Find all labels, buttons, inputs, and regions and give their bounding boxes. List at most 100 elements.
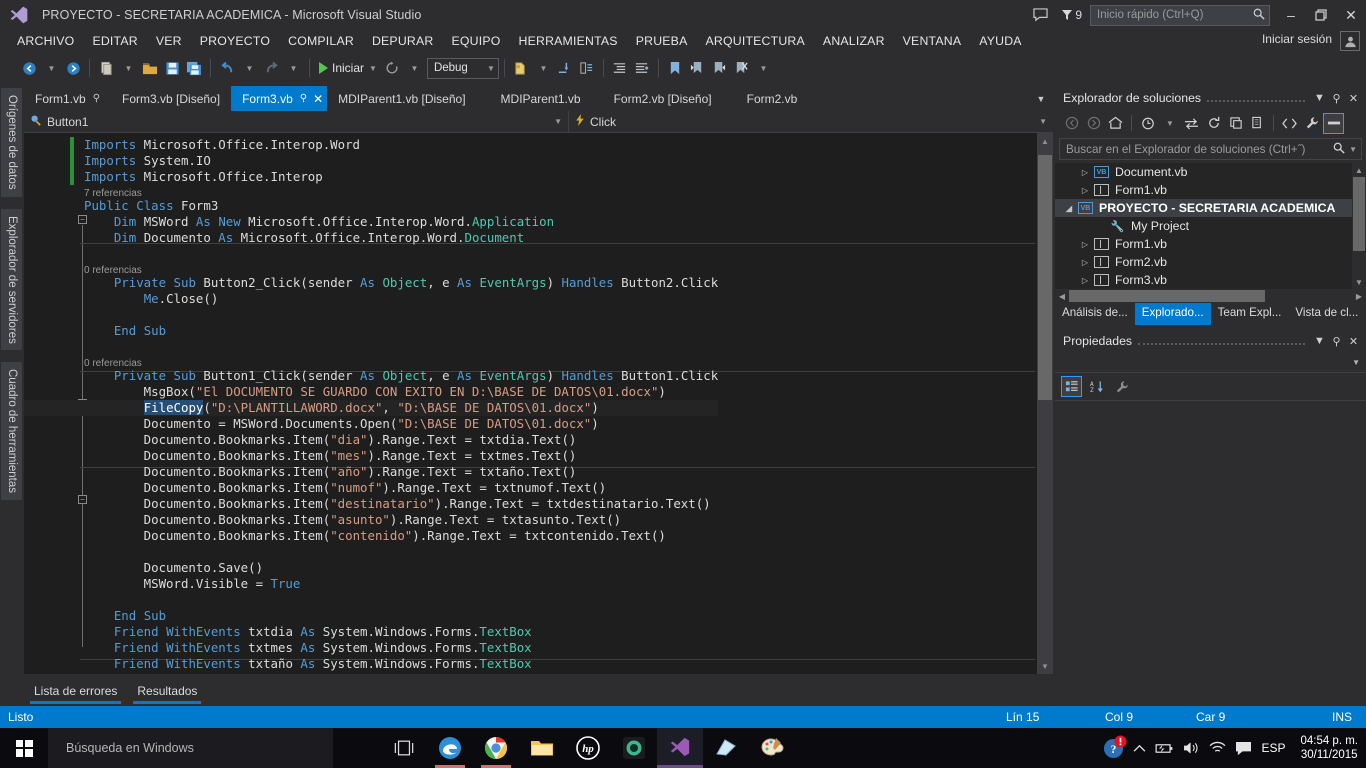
menu-archivo[interactable]: ARCHIVO — [8, 32, 83, 50]
previous-bookmark-icon[interactable] — [686, 56, 708, 80]
taskbar-app-sticky-notes[interactable] — [703, 728, 749, 768]
editor-vertical-scrollbar[interactable]: ▲ ▼ — [1037, 133, 1053, 674]
show-all-files-icon[interactable] — [1247, 113, 1268, 134]
chevron-right-icon[interactable]: ▷ — [1077, 168, 1093, 177]
navigate-back-dropdown[interactable]: ▼ — [40, 56, 62, 80]
undo-dropdown[interactable]: ▼ — [238, 56, 260, 80]
preview-selected-items-icon[interactable] — [1323, 112, 1344, 134]
panel-tab-analisis[interactable]: Análisis de... — [1055, 303, 1135, 325]
navigate-back-icon[interactable] — [18, 56, 40, 80]
panel-tab-team-explorer[interactable]: Team Expl... — [1211, 303, 1289, 325]
undo-icon[interactable] — [216, 56, 238, 80]
menu-arquitectura[interactable]: ARQUITECTURA — [697, 32, 814, 50]
close-icon[interactable]: ✕ — [313, 92, 323, 106]
open-file-icon[interactable] — [139, 56, 161, 80]
solution-tree-item[interactable]: ▷ VB Document.vb — [1055, 163, 1366, 181]
document-tab-mdiparent1vb-designer[interactable]: MDIParent1.vb [Diseño] — [327, 86, 477, 111]
menu-ver[interactable]: VER — [147, 32, 191, 50]
start-debug-button[interactable]: Iniciar ▼ — [315, 56, 381, 80]
navigate-forward-icon[interactable] — [62, 56, 84, 80]
feedback-balloon-icon[interactable] — [1025, 2, 1055, 28]
code-reference-lens[interactable]: 0 referencias — [24, 262, 718, 276]
menu-herramientas[interactable]: HERRAMIENTAS — [510, 32, 627, 50]
breakpoint-icon[interactable] — [510, 56, 532, 80]
panel-tab-vista-clases[interactable]: Vista de cl... — [1288, 303, 1365, 325]
taskbar-app-paint[interactable] — [749, 728, 795, 768]
taskbar-app-camera[interactable] — [611, 728, 657, 768]
windows-start-icon[interactable] — [0, 728, 48, 768]
properties-grid[interactable] — [1055, 401, 1366, 591]
chevron-right-icon[interactable]: ▷ — [1077, 186, 1093, 195]
scroll-down-arrow[interactable]: ▼ — [1352, 275, 1366, 289]
new-project-dropdown[interactable]: ▼ — [117, 56, 139, 80]
solution-configuration-select[interactable]: Debug ▼ — [426, 57, 499, 79]
battery-icon[interactable] — [1155, 742, 1174, 755]
scroll-right-arrow[interactable]: ▶ — [1352, 289, 1366, 303]
solution-tree-item[interactable]: 🔧 My Project — [1055, 217, 1366, 235]
properties-wrench-icon[interactable] — [1301, 113, 1322, 134]
sign-in-link[interactable]: Iniciar sesión — [1262, 32, 1332, 46]
document-tab-form3vb[interactable]: Form3.vb ⚲ ✕ — [231, 86, 328, 111]
menu-prueba[interactable]: PRUEBA — [627, 32, 697, 50]
menu-compilar[interactable]: COMPILAR — [279, 32, 363, 50]
collapse-all-icon[interactable] — [1225, 113, 1246, 134]
toolbar-overflow-button[interactable]: ▼ — [752, 56, 774, 80]
taskbar-app-visual-studio[interactable] — [657, 728, 703, 768]
menu-editar[interactable]: EDITAR — [83, 32, 146, 50]
pin-icon[interactable]: ⚲ — [1328, 88, 1345, 108]
next-bookmark-icon[interactable] — [708, 56, 730, 80]
chevron-down-icon[interactable]: ▼ — [1311, 331, 1328, 351]
close-icon[interactable]: ✕ — [1345, 331, 1362, 351]
sidebar-tab-server-explorer[interactable]: Explorador de servidores — [1, 208, 22, 351]
user-avatar-icon[interactable] — [1340, 31, 1360, 51]
input-language-indicator[interactable]: ESP — [1261, 741, 1285, 755]
solution-tree-scroll-thumb[interactable] — [1353, 177, 1365, 251]
code-editor-surface[interactable]: − − − Imports Microsoft.Office.Interop.W… — [24, 133, 1053, 674]
close-icon[interactable]: ✕ — [1345, 88, 1362, 108]
step-into-icon[interactable] — [554, 56, 576, 80]
breakpoint-dropdown[interactable]: ▼ — [532, 56, 554, 80]
code-reference-lens[interactable]: 7 referencias — [24, 185, 718, 199]
sidebar-tab-data-sources[interactable]: Orígenes de datos — [1, 88, 22, 197]
quick-launch-input[interactable]: Inicio rápido (Ctrl+Q) — [1090, 4, 1270, 26]
scroll-up-arrow[interactable]: ▲ — [1352, 163, 1366, 177]
taskbar-app-edge[interactable] — [427, 728, 473, 768]
chevron-right-icon[interactable]: ▷ — [1077, 240, 1093, 249]
menu-ventana[interactable]: VENTANA — [894, 32, 971, 50]
outdent-icon[interactable] — [631, 56, 653, 80]
chevron-down-icon[interactable]: ▼ — [1349, 145, 1357, 154]
show-hidden-icons-chevron[interactable] — [1133, 744, 1146, 753]
view-code-icon[interactable] — [1279, 113, 1300, 134]
document-tab-form2vb-designer[interactable]: Form2.vb [Diseño] — [591, 86, 723, 111]
pending-changes-dropdown[interactable]: ▼ — [1159, 113, 1180, 134]
windows-search-input[interactable]: Búsqueda en Windows — [48, 728, 333, 768]
document-tab-form3vb-designer[interactable]: Form3.vb [Diseño] — [111, 86, 232, 111]
forward-arrow-icon[interactable] — [1083, 113, 1104, 134]
save-all-icon[interactable] — [183, 56, 205, 80]
pin-icon[interactable]: ⚲ — [300, 93, 307, 104]
sync-with-active-document-icon[interactable] — [1181, 113, 1202, 134]
menu-proyecto[interactable]: PROYECTO — [191, 32, 279, 50]
solution-tree-item[interactable]: ◢ VB PROYECTO - SECRETARIA ACADEMICA — [1055, 199, 1366, 217]
solution-tree-item[interactable]: ▷ Form2.vb — [1055, 253, 1366, 271]
menu-analizar[interactable]: ANALIZAR — [814, 32, 894, 50]
categorized-view-icon[interactable] — [1061, 376, 1082, 397]
pending-changes-icon[interactable] — [1137, 113, 1158, 134]
chevron-down-icon[interactable]: ▼ — [1033, 86, 1049, 111]
chevron-down-icon[interactable]: ▼ — [1311, 88, 1328, 108]
chevron-down-icon[interactable]: ◢ — [1061, 204, 1077, 213]
back-arrow-icon[interactable] — [1061, 113, 1082, 134]
action-center-icon[interactable] — [1235, 741, 1252, 756]
solution-tree-vertical-scrollbar[interactable]: ▲ ▼ — [1352, 163, 1366, 289]
minimize-button[interactable]: – — [1276, 0, 1306, 30]
wifi-icon[interactable] — [1209, 741, 1226, 755]
solution-tree[interactable]: ▷ VB Document.vb ▷ Form1.vb ◢ VB PROYECTO - SEC… — [1055, 163, 1366, 289]
sidebar-tab-toolbox[interactable]: Cuadro de herramientas — [1, 362, 22, 501]
taskbar-clock[interactable]: 04:54 p. m. 30/11/2015 — [1300, 734, 1358, 762]
panel-tab-explorador[interactable]: Explorado... — [1134, 303, 1211, 325]
chevron-right-icon[interactable]: ▷ — [1077, 276, 1093, 285]
dock-tab-output[interactable]: Resultados — [127, 680, 207, 704]
restart-icon[interactable] — [381, 56, 403, 80]
solution-tree-item[interactable]: ▷ Form1.vb — [1055, 235, 1366, 253]
home-icon[interactable] — [1105, 113, 1126, 134]
